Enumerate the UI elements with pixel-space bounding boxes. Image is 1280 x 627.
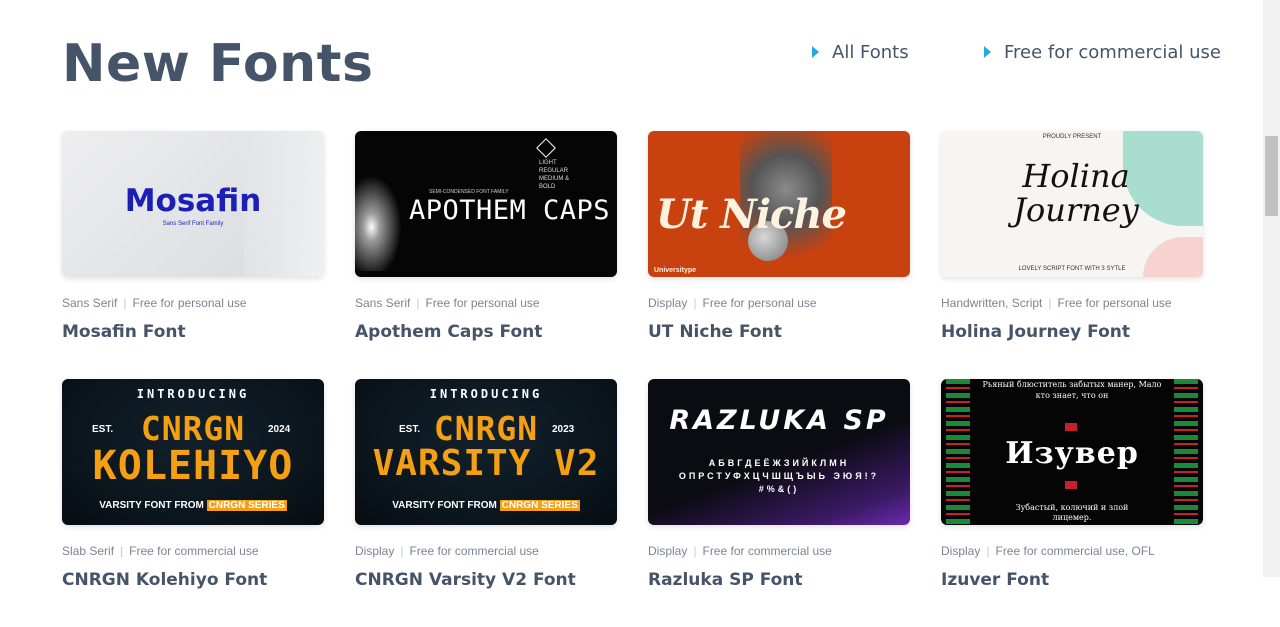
preview-title: APOTHEM CAPS (409, 195, 611, 226)
font-card-izuver[interactable]: Рьяный блюститель забытых манер, Мало кт… (941, 379, 1203, 627)
meta-separator: | (416, 296, 420, 310)
all-fonts-label: All Fonts (832, 42, 909, 63)
meta-separator: | (123, 296, 127, 310)
card-license[interactable]: Free for personal use (702, 296, 816, 310)
card-title[interactable]: Izuver Font (941, 570, 1203, 590)
font-card-razluka-sp[interactable]: RAZLUKA SP АБВГДЕЁЖЗИЙКЛМН ОПРСТУФХЦЧШЩЪ… (648, 379, 910, 627)
preview-subtitle: Sans Serif Font Family (162, 221, 224, 227)
font-preview-image[interactable]: Mosafin Sans Serif Font Family (62, 131, 324, 277)
preview-eyebrow: Рьяный блюститель забытых манер, Мало кт… (982, 380, 1162, 400)
card-category[interactable]: Slab Serif (62, 544, 114, 558)
card-license[interactable]: Free for commercial use (409, 544, 538, 558)
card-license[interactable]: Free for personal use (425, 296, 539, 310)
preview-footer: LOVELY SCRIPT FONT WITH 3 SYTLE (1018, 266, 1126, 272)
preview-footer-text: VARSITY FONT FROM (99, 500, 204, 511)
card-title[interactable]: CNRGN Varsity V2 Font (355, 570, 617, 590)
font-card-holina-journey[interactable]: PROUDLY PRESENT Holina Journey LOVELY SC… (941, 131, 1203, 379)
card-meta: Display | Free for personal use (648, 296, 910, 310)
meta-separator: | (120, 544, 124, 558)
free-commercial-link[interactable]: Free for commercial use (984, 42, 1221, 63)
card-meta: Display | Free for commercial use (648, 544, 910, 558)
preview-title-line2: KOLEHIYO (92, 443, 294, 489)
preview-eyebrow: INTRODUCING (429, 387, 543, 401)
card-license[interactable]: Free for commercial use (129, 544, 258, 558)
card-meta: Display | Free for commercial use (355, 544, 617, 558)
preview-footer: Зубастый, колючий и злой лицемер. (1015, 503, 1129, 522)
meta-separator: | (693, 544, 697, 558)
card-category[interactable]: Display (648, 296, 687, 310)
card-category[interactable]: Sans Serif (62, 296, 117, 310)
preview-weights: LIGHT REGULAR MEDIUM & BOLD (539, 160, 569, 190)
preview-brand: Universitype (654, 267, 697, 274)
scrollbar-thumb[interactable] (1265, 136, 1278, 216)
page-title: New Fonts (62, 34, 374, 94)
meta-separator: | (986, 544, 990, 558)
caret-right-icon (984, 45, 991, 58)
card-category[interactable]: Sans Serif (355, 296, 410, 310)
card-meta: Handwritten, Script | Free for personal us… (941, 296, 1203, 310)
card-category[interactable]: Display (941, 544, 980, 558)
font-preview-image[interactable]: LIGHT REGULAR MEDIUM & BOLD SEMI-CONDENS… (355, 131, 617, 277)
font-preview-image[interactable]: RAZLUKA SP АБВГДЕЁЖЗИЙКЛМН ОПРСТУФХЦЧШЩЪ… (648, 379, 910, 525)
preview-decoration (355, 161, 410, 271)
preview-title-line2: VARSITY V2 (372, 443, 600, 484)
card-license[interactable]: Free for personal use (1058, 296, 1172, 310)
preview-title: Holina Journey (1013, 157, 1139, 229)
ornament-icon (1065, 481, 1077, 489)
font-card-ut-niche[interactable]: Ut Niche Universitype Display | Free for p… (648, 131, 910, 379)
font-preview-image[interactable]: Ut Niche Universitype (648, 131, 910, 277)
card-category[interactable]: Display (355, 544, 394, 558)
preview-eyebrow: INTRODUCING (136, 387, 250, 401)
card-title[interactable]: UT Niche Font (648, 322, 910, 342)
card-title[interactable]: Holina Journey Font (941, 322, 1203, 342)
card-title[interactable]: Apothem Caps Font (355, 322, 617, 342)
preview-title: Изувер (1005, 436, 1139, 471)
card-title[interactable]: CNRGN Kolehiyo Font (62, 570, 324, 590)
preview-series: CNRGN SERIES (206, 500, 287, 511)
brand-logo-icon (536, 138, 556, 158)
font-card-apothem-caps[interactable]: LIGHT REGULAR MEDIUM & BOLD SEMI-CONDENS… (355, 131, 617, 379)
card-category[interactable]: Display (648, 544, 687, 558)
preview-footer-text: VARSITY FONT FROM (392, 500, 497, 511)
meta-separator: | (693, 296, 697, 310)
card-meta: Slab Serif | Free for commercial use (62, 544, 324, 558)
preview-footer: VARSITY FONT FROM CNRGN SERIES (62, 500, 324, 511)
font-card-mosafin[interactable]: Mosafin Sans Serif Font Family Sans Seri… (62, 131, 324, 379)
free-commercial-label: Free for commercial use (1004, 42, 1221, 63)
font-preview-image[interactable]: INTRODUCING EST. 2023 CNRGN VARSITY V2 V… (355, 379, 617, 525)
font-card-cnrgn-varsity-v2[interactable]: INTRODUCING EST. 2023 CNRGN VARSITY V2 V… (355, 379, 617, 627)
font-preview-image[interactable]: INTRODUCING EST. 2024 CNRGN KOLEHIYO VAR… (62, 379, 324, 525)
font-preview-image[interactable]: PROUDLY PRESENT Holina Journey LOVELY SC… (941, 131, 1203, 277)
card-meta: Sans Serif | Free for personal use (355, 296, 617, 310)
preview-series: CNRGN SERIES (499, 500, 580, 511)
preview-eyebrow: PROUDLY PRESENT (1042, 134, 1102, 140)
card-license[interactable]: Free for personal use (132, 296, 246, 310)
font-grid: Mosafin Sans Serif Font Family Sans Seri… (62, 131, 1203, 627)
card-title[interactable]: Razluka SP Font (648, 570, 910, 590)
font-card-cnrgn-kolehiyo[interactable]: INTRODUCING EST. 2024 CNRGN KOLEHIYO VAR… (62, 379, 324, 627)
card-category[interactable]: Handwritten, Script (941, 296, 1042, 310)
meta-separator: | (400, 544, 404, 558)
preview-title: Mosafin (124, 183, 262, 219)
preview-alphabet: АБВГДЕЁЖЗИЙКЛМН ОПРСТУФХЦЧШЩЪЫЬ ЭЮЯ!?#%&… (678, 458, 880, 494)
card-meta: Sans Serif | Free for personal use (62, 296, 324, 310)
caret-right-icon (812, 45, 819, 58)
ornament-icon (1065, 423, 1077, 431)
preview-footer: VARSITY FONT FROM CNRGN SERIES (355, 500, 617, 511)
page-scrollbar[interactable] (1263, 0, 1280, 577)
card-license[interactable]: Free for commercial use (702, 544, 831, 558)
preview-title: Ut Niche (656, 191, 847, 238)
card-meta: Display | Free for commercial use, OFL (941, 544, 1203, 558)
card-license[interactable]: Free for commercial use, OFL (995, 544, 1154, 558)
all-fonts-link[interactable]: All Fonts (812, 42, 909, 63)
card-title[interactable]: Mosafin Font (62, 322, 324, 342)
meta-separator: | (1048, 296, 1052, 310)
preview-title: RAZLUKA SP (669, 405, 889, 436)
font-preview-image[interactable]: Рьяный блюститель забытых манер, Мало кт… (941, 379, 1203, 525)
